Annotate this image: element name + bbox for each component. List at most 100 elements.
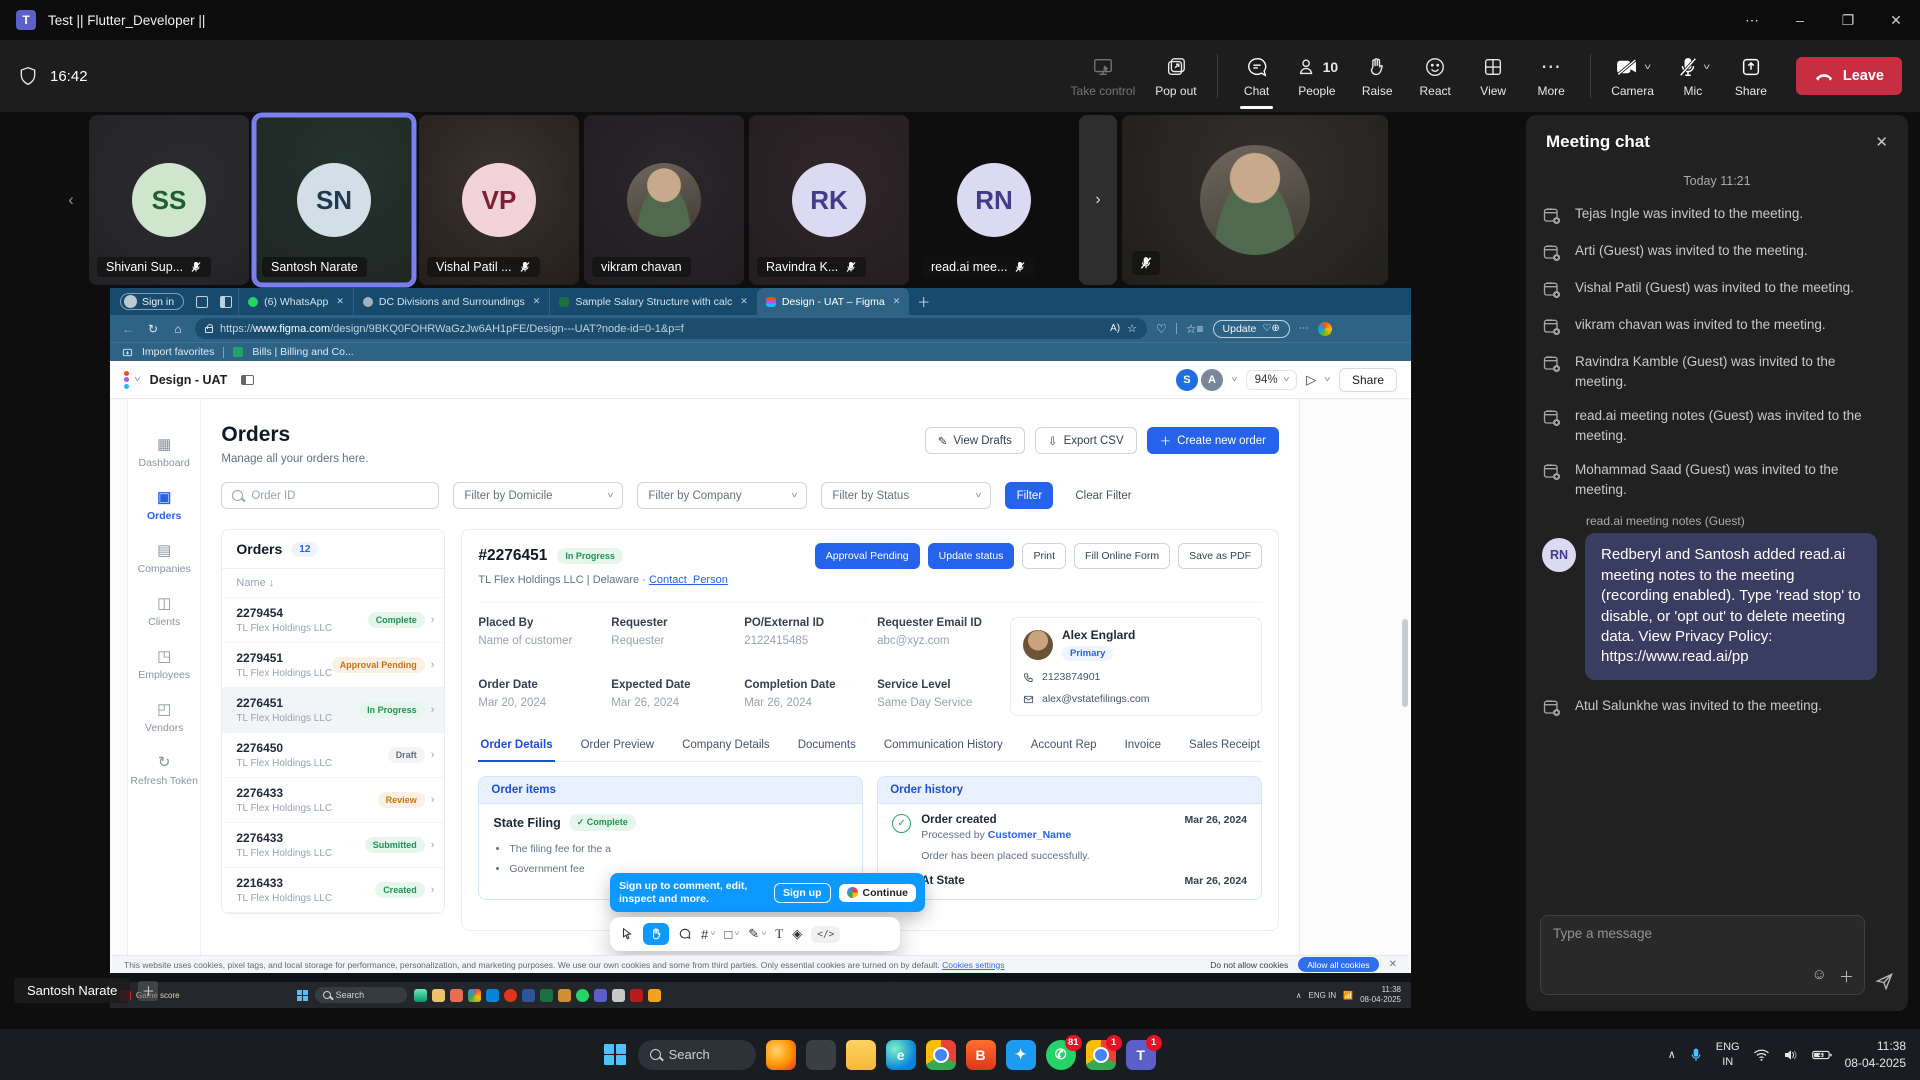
component-tool-icon[interactable]: ◈ xyxy=(792,926,802,942)
order-row[interactable]: 2276433 TL Flex Holdings LLC Submitted › xyxy=(222,823,444,868)
wifi-icon[interactable] xyxy=(1753,1048,1770,1062)
app-icon[interactable] xyxy=(540,989,553,1002)
detail-tab[interactable]: Sales Receipt xyxy=(1187,734,1262,761)
presenter-pin-button[interactable]: ＋ xyxy=(138,981,158,1001)
google-continue-button[interactable]: Continue xyxy=(839,884,917,902)
window-restore-button[interactable]: ❐ xyxy=(1824,0,1872,40)
participant-tile[interactable]: SN Santosh Narate xyxy=(254,115,414,285)
send-message-icon[interactable] xyxy=(1875,972,1894,995)
view-drafts-button[interactable]: ✎View Drafts xyxy=(925,427,1025,454)
participant-tile[interactable]: SS Shivani Sup... xyxy=(89,115,249,285)
mic-options-chevron[interactable]: ˅ xyxy=(1703,62,1710,72)
window-more-button[interactable]: ⋯ xyxy=(1728,0,1776,40)
take-control-button[interactable]: Take control xyxy=(1061,51,1146,102)
hand-tool-icon[interactable] xyxy=(643,923,669,945)
participant-tile-large[interactable] xyxy=(1122,115,1388,285)
tab-close-icon[interactable]: ✕ xyxy=(533,296,541,307)
browser-tab[interactable]: (6) WhatsApp ✕ xyxy=(238,288,353,315)
contact-phone-row[interactable]: 2123874901 xyxy=(1023,671,1249,683)
participant-tile[interactable]: RK Ravindra K... xyxy=(749,115,909,285)
customer-name-link[interactable]: Customer_Name xyxy=(988,829,1071,841)
camera-button[interactable]: ˅ Camera xyxy=(1601,51,1664,102)
chat-close-icon[interactable]: ✕ xyxy=(1875,133,1888,151)
figma-file-menu-chevron[interactable]: ˅ xyxy=(134,375,141,384)
app-icon[interactable] xyxy=(414,989,427,1002)
order-action-button[interactable]: Update status xyxy=(928,543,1015,569)
detail-tab[interactable]: Company Details xyxy=(680,734,772,761)
mic-button[interactable]: ˅ Mic xyxy=(1664,51,1722,102)
app-icon[interactable] xyxy=(432,989,445,1002)
export-csv-button[interactable]: ⇩Export CSV xyxy=(1035,427,1137,454)
participant-tile[interactable]: VP Vishal Patil ... xyxy=(419,115,579,285)
taskbar-app-icon[interactable]: ✦ xyxy=(1006,1040,1036,1070)
refresh-icon[interactable]: ↻ xyxy=(145,322,161,336)
app-icon[interactable] xyxy=(504,989,517,1002)
detail-tab[interactable]: Order Preview xyxy=(579,734,657,761)
contact-email-row[interactable]: alex@vstatefilings.com xyxy=(1023,693,1249,705)
browser-tab[interactable]: DC Divisions and Surroundings ✕ xyxy=(353,288,549,315)
browser-tab[interactable]: Design - UAT – Figma ✕ xyxy=(757,288,909,315)
collaborators-chevron[interactable]: ˅ xyxy=(1231,375,1238,384)
figma-share-button[interactable]: Share xyxy=(1339,368,1397,392)
react-button[interactable]: React xyxy=(1406,51,1464,102)
bills-bookmark[interactable]: Bills | Billing and Co... xyxy=(252,346,353,358)
detail-tab[interactable]: Account Rep xyxy=(1029,734,1099,761)
tab-close-icon[interactable]: ✕ xyxy=(336,296,344,307)
taskbar-app-icon[interactable]: e xyxy=(886,1040,916,1070)
order-action-button[interactable]: Fill Online Form xyxy=(1074,543,1170,569)
detail-tab[interactable]: Communication History xyxy=(882,734,1005,761)
sidebar-item[interactable]: ◫ Clients xyxy=(148,596,180,628)
people-button[interactable]: 10 People xyxy=(1286,51,1349,102)
order-row[interactable]: 2279454 TL Flex Holdings LLC Complete › xyxy=(222,598,444,643)
window-minimize-button[interactable]: – xyxy=(1776,0,1824,40)
address-bar[interactable]: https://www.figma.com/design/9BKQ0FOHRWa… xyxy=(195,318,1147,339)
emoji-icon[interactable]: ☺ xyxy=(1812,966,1827,987)
filter-select[interactable]: Filter by Domicile ˅ xyxy=(453,482,623,509)
strip-next-button[interactable]: › xyxy=(1079,115,1117,285)
move-tool-icon[interactable] xyxy=(620,927,634,941)
signup-button[interactable]: Sign up xyxy=(774,883,831,903)
app-icon[interactable] xyxy=(486,989,499,1002)
pop-out-button[interactable]: Pop out xyxy=(1145,51,1206,102)
filter-select[interactable]: Filter by Status ˅ xyxy=(821,482,991,509)
clear-filter-button[interactable]: Clear Filter xyxy=(1067,490,1139,502)
order-action-button[interactable]: Print xyxy=(1022,543,1066,569)
app-icon[interactable] xyxy=(468,989,481,1002)
app-icon[interactable] xyxy=(594,989,607,1002)
volume-icon[interactable] xyxy=(1783,1048,1799,1062)
collaborator-avatar[interactable]: A xyxy=(1201,369,1223,391)
cookie-settings-link[interactable]: Cookies settings xyxy=(942,960,1004,970)
strip-prev-button[interactable]: ‹ xyxy=(58,115,84,285)
participant-tile[interactable]: RN read.ai mee... xyxy=(914,115,1074,285)
order-action-button[interactable]: Approval Pending xyxy=(815,543,920,569)
present-chevron[interactable]: ˅ xyxy=(1324,375,1331,384)
app-icon[interactable] xyxy=(648,989,661,1002)
zoom-control[interactable]: 94%˅ xyxy=(1246,370,1298,390)
favorite-star-icon[interactable]: ☆ xyxy=(1127,322,1137,335)
raise-hand-button[interactable]: Raise xyxy=(1348,51,1406,102)
chat-message-input[interactable]: Type a message ☺ ＋ xyxy=(1540,915,1865,995)
app-icon[interactable] xyxy=(450,989,463,1002)
comment-tool-icon[interactable] xyxy=(678,927,692,941)
sidebar-item[interactable]: ◰ Vendors xyxy=(145,702,184,734)
figma-scrollbar[interactable] xyxy=(1402,619,1408,707)
allow-cookies-button[interactable]: Allow all cookies xyxy=(1298,957,1378,972)
taskbar-app-icon[interactable]: 1 xyxy=(1086,1040,1116,1070)
taskbar-app-icon[interactable] xyxy=(766,1040,796,1070)
layout-panel-icon[interactable] xyxy=(241,375,254,385)
app-icon[interactable] xyxy=(576,989,589,1002)
start-icon[interactable] xyxy=(297,990,308,1001)
order-action-button[interactable]: Save as PDF xyxy=(1178,543,1262,569)
sidebar-item[interactable]: ▤ Companies xyxy=(138,543,191,575)
contact-person-link[interactable]: Contact_Person xyxy=(649,574,728,586)
sidebar-item[interactable]: ▣ Orders xyxy=(147,490,181,522)
filter-select[interactable]: Filter by Company ˅ xyxy=(637,482,807,509)
browser-menu-icon[interactable]: ⋯ xyxy=(1299,323,1309,334)
participant-tile[interactable]: vikram chavan xyxy=(584,115,744,285)
deny-cookies-button[interactable]: Do not allow cookies xyxy=(1210,960,1288,970)
sort-header[interactable]: Name ↓ xyxy=(222,569,444,598)
taskbar-app-icon[interactable] xyxy=(846,1040,876,1070)
order-row[interactable]: 2276433 TL Flex Holdings LLC Review › xyxy=(222,778,444,823)
text-tool-icon[interactable]: T xyxy=(775,926,783,942)
taskbar-app-icon[interactable]: ✆ 81 xyxy=(1046,1040,1076,1070)
